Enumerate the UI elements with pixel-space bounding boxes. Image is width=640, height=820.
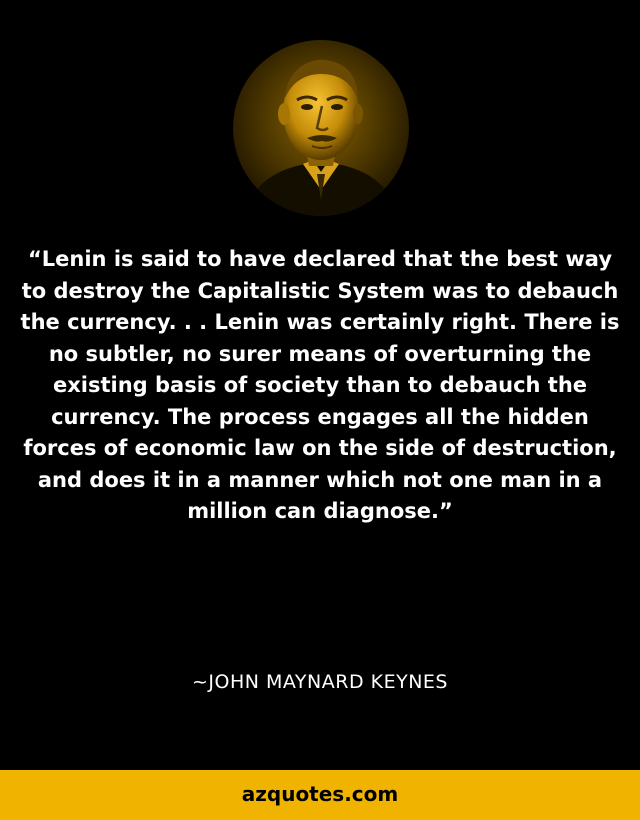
quote-text: “Lenin is said to have declared that the… [20, 247, 620, 523]
footer-bar: azquotes.com [0, 770, 640, 820]
site-link[interactable]: azquotes.com [0, 782, 640, 806]
quote-card: “Lenin is said to have declared that the… [0, 0, 640, 820]
author-portrait [233, 40, 409, 216]
author-name: ~JOHN MAYNARD KEYNES [192, 671, 448, 693]
